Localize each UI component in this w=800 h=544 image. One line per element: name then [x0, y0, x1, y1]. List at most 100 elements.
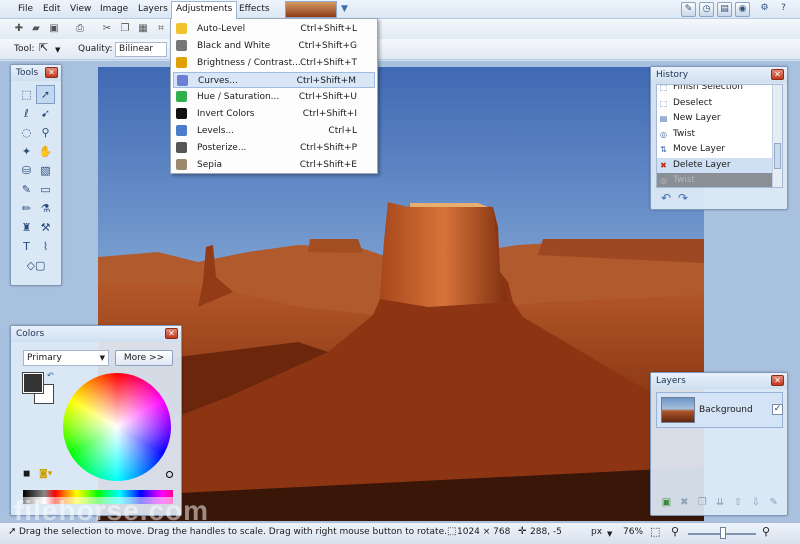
menu-item-black-and-white[interactable]: Black and White Ctrl+Shift+G — [173, 38, 375, 54]
layers-toggle-icon[interactable]: ▤ — [717, 2, 732, 17]
undo-arrow-icon[interactable]: ↶ — [661, 191, 671, 205]
menu-item-sepia[interactable]: Sepia Ctrl+Shift+E — [173, 157, 375, 173]
menu-effects[interactable]: Effects — [235, 2, 274, 17]
cut-icon[interactable]: ✂ — [100, 22, 114, 36]
color-mode-select[interactable]: Primary ▼ — [23, 350, 109, 366]
tool-label: Tool: — [14, 44, 35, 54]
layers-close-button[interactable]: ✕ — [771, 375, 784, 386]
ellipse-select-tool-icon[interactable]: ◌ — [17, 123, 36, 142]
magic-wand-tool-icon[interactable]: ✦ — [17, 142, 36, 161]
shapes-tool-icon[interactable]: ◇▢ — [17, 256, 55, 275]
menu-image[interactable]: Image — [96, 2, 132, 17]
paste-icon[interactable]: ▦ — [136, 22, 150, 36]
layers-title: Layers — [651, 373, 787, 389]
help-icon[interactable]: ? — [776, 2, 791, 17]
zoom-out-icon[interactable]: ⚲ — [671, 525, 679, 538]
menu-layers[interactable]: Layers — [134, 2, 172, 17]
units-select[interactable]: px — [591, 527, 602, 537]
gradient-tool-icon[interactable]: ▧ — [36, 161, 55, 180]
history-item[interactable]: ⬚ Finish Selection — [657, 85, 782, 96]
history-toggle-icon[interactable]: ◷ — [699, 2, 714, 17]
history-item-selected[interactable]: ✖ Delete Layer — [657, 157, 782, 173]
delete-layer-icon[interactable]: ✖ — [677, 497, 692, 508]
zoom-in-icon[interactable]: ⚲ — [762, 525, 770, 538]
color-wheel-marker[interactable] — [166, 471, 173, 478]
paint-bucket-tool-icon[interactable]: ⛁ — [17, 161, 36, 180]
zoom-tool-icon[interactable]: ⚲ — [36, 123, 55, 142]
redo-arrow-icon[interactable]: ↷ — [678, 191, 688, 205]
status-hint: Drag the selection to move. Drag the han… — [19, 527, 447, 537]
copy-icon[interactable]: ❐ — [118, 22, 132, 36]
menu-view[interactable]: View — [66, 2, 95, 17]
image-list-arrow-icon[interactable]: ▼ — [341, 4, 348, 14]
menu-item-label: Black and White — [197, 41, 271, 51]
history-item-undone[interactable]: ◎ Twist — [657, 173, 782, 187]
duplicate-layer-icon[interactable]: ❐ — [695, 497, 710, 508]
swap-colors-icon[interactable]: ↶ — [47, 371, 54, 380]
menu-item-posterize[interactable]: Posterize... Ctrl+Shift+P — [173, 140, 375, 156]
history-close-button[interactable]: ✕ — [771, 69, 784, 80]
menu-item-brightness[interactable]: Brightness / Contrast... Ctrl+Shift+T — [173, 55, 375, 71]
pan-tool-icon[interactable]: ✋ — [36, 142, 55, 161]
clone-stamp-tool-icon[interactable]: ♜ — [17, 218, 36, 237]
move-layer-up-icon[interactable]: ⇧ — [731, 497, 746, 508]
layer-buttons: ▣ ✖ ❐ ⇊ ⇧ ⇩ ✎ — [659, 497, 781, 508]
line-curve-tool-icon[interactable]: ⌇ — [36, 237, 55, 256]
history-scrollbar-thumb[interactable] — [774, 143, 781, 169]
reset-colors-icon[interactable]: ◼ — [23, 469, 30, 479]
settings-gear-icon[interactable]: ⚙ — [757, 2, 772, 17]
primary-color-swatch[interactable] — [22, 372, 44, 394]
add-layer-icon[interactable]: ▣ — [659, 497, 674, 508]
save-icon[interactable]: ▣ — [47, 22, 61, 36]
recolor-tool-icon[interactable]: ⚒ — [36, 218, 55, 237]
history-item[interactable]: ◎ Twist — [657, 127, 782, 143]
layer-visibility-checkbox[interactable]: ✓ — [772, 404, 783, 415]
colors-close-button[interactable]: ✕ — [165, 328, 178, 339]
layer-row[interactable]: Background ✓ — [656, 392, 783, 428]
menu-item-levels[interactable]: Levels... Ctrl+L — [173, 123, 375, 139]
lasso-select-tool-icon[interactable]: ℓ — [17, 104, 36, 123]
crop-icon[interactable]: ⌗ — [154, 22, 168, 36]
pencil-tool-icon[interactable]: ✏ — [17, 199, 36, 218]
units-dropdown-arrow-icon[interactable]: ▼ — [607, 530, 612, 538]
zoom-slider-knob[interactable] — [720, 527, 726, 539]
paintbrush-tool-icon[interactable]: ✎ — [17, 180, 36, 199]
rectangle-select-tool-icon[interactable]: ⬚ — [17, 85, 36, 104]
open-image-icon[interactable]: ▰ — [29, 22, 43, 36]
merge-layer-down-icon[interactable]: ⇊ — [713, 497, 728, 508]
auto-level-icon — [176, 23, 187, 34]
menu-item-auto-level[interactable]: Auto-Level Ctrl+Shift+L — [173, 21, 375, 37]
move-selection-tool-icon[interactable]: ⇱ — [39, 41, 48, 54]
history-item[interactable]: ⇅ Move Layer — [657, 142, 782, 158]
menu-file[interactable]: File — [14, 2, 37, 17]
print-icon[interactable]: ⎙ — [73, 22, 87, 36]
quality-select[interactable]: Bilinear — [115, 42, 167, 57]
eraser-tool-icon[interactable]: ▭ — [36, 180, 55, 199]
color-wheel[interactable] — [63, 373, 173, 481]
history-scrollbar[interactable] — [772, 85, 782, 187]
menu-item-curves[interactable]: Curves... Ctrl+Shift+M — [173, 72, 375, 88]
move-selected-pixels-tool-icon[interactable]: ➹ — [36, 104, 55, 123]
tool-dropdown-arrow-icon[interactable]: ▼ — [55, 46, 60, 54]
move-layer-down-icon[interactable]: ⇩ — [748, 497, 763, 508]
palette-menu-icon[interactable]: ◙▾ — [39, 469, 52, 479]
tools-close-button[interactable]: ✕ — [45, 67, 58, 78]
colors-toggle-icon[interactable]: ◉ — [735, 2, 750, 17]
zoom-level[interactable]: 76% — [623, 527, 643, 537]
image-tab-thumbnail[interactable] — [285, 1, 337, 18]
history-item[interactable]: ⬚ Deselect — [657, 96, 782, 112]
move-selection-tool-icon[interactable]: ➚ — [36, 85, 55, 104]
menu-item-invert-colors[interactable]: Invert Colors Ctrl+Shift+I — [173, 106, 375, 122]
tools-toggle-icon[interactable]: ✎ — [681, 2, 696, 17]
menu-edit[interactable]: Edit — [39, 2, 64, 17]
more-colors-button[interactable]: More >> — [115, 350, 173, 366]
move-selection-hint-icon: ➚ — [8, 526, 17, 537]
text-tool-icon[interactable]: T — [17, 237, 36, 256]
new-image-icon[interactable]: ✚ — [12, 22, 26, 36]
color-picker-tool-icon[interactable]: ⚗ — [36, 199, 55, 218]
history-item[interactable]: ▤ New Layer — [657, 111, 782, 127]
menu-item-hue-saturation[interactable]: Hue / Saturation... Ctrl+Shift+U — [173, 89, 375, 105]
zoom-to-window-icon[interactable]: ⬚ — [650, 525, 660, 538]
menu-adjustments[interactable]: Adjustments — [171, 1, 238, 19]
layer-properties-icon[interactable]: ✎ — [766, 497, 781, 508]
